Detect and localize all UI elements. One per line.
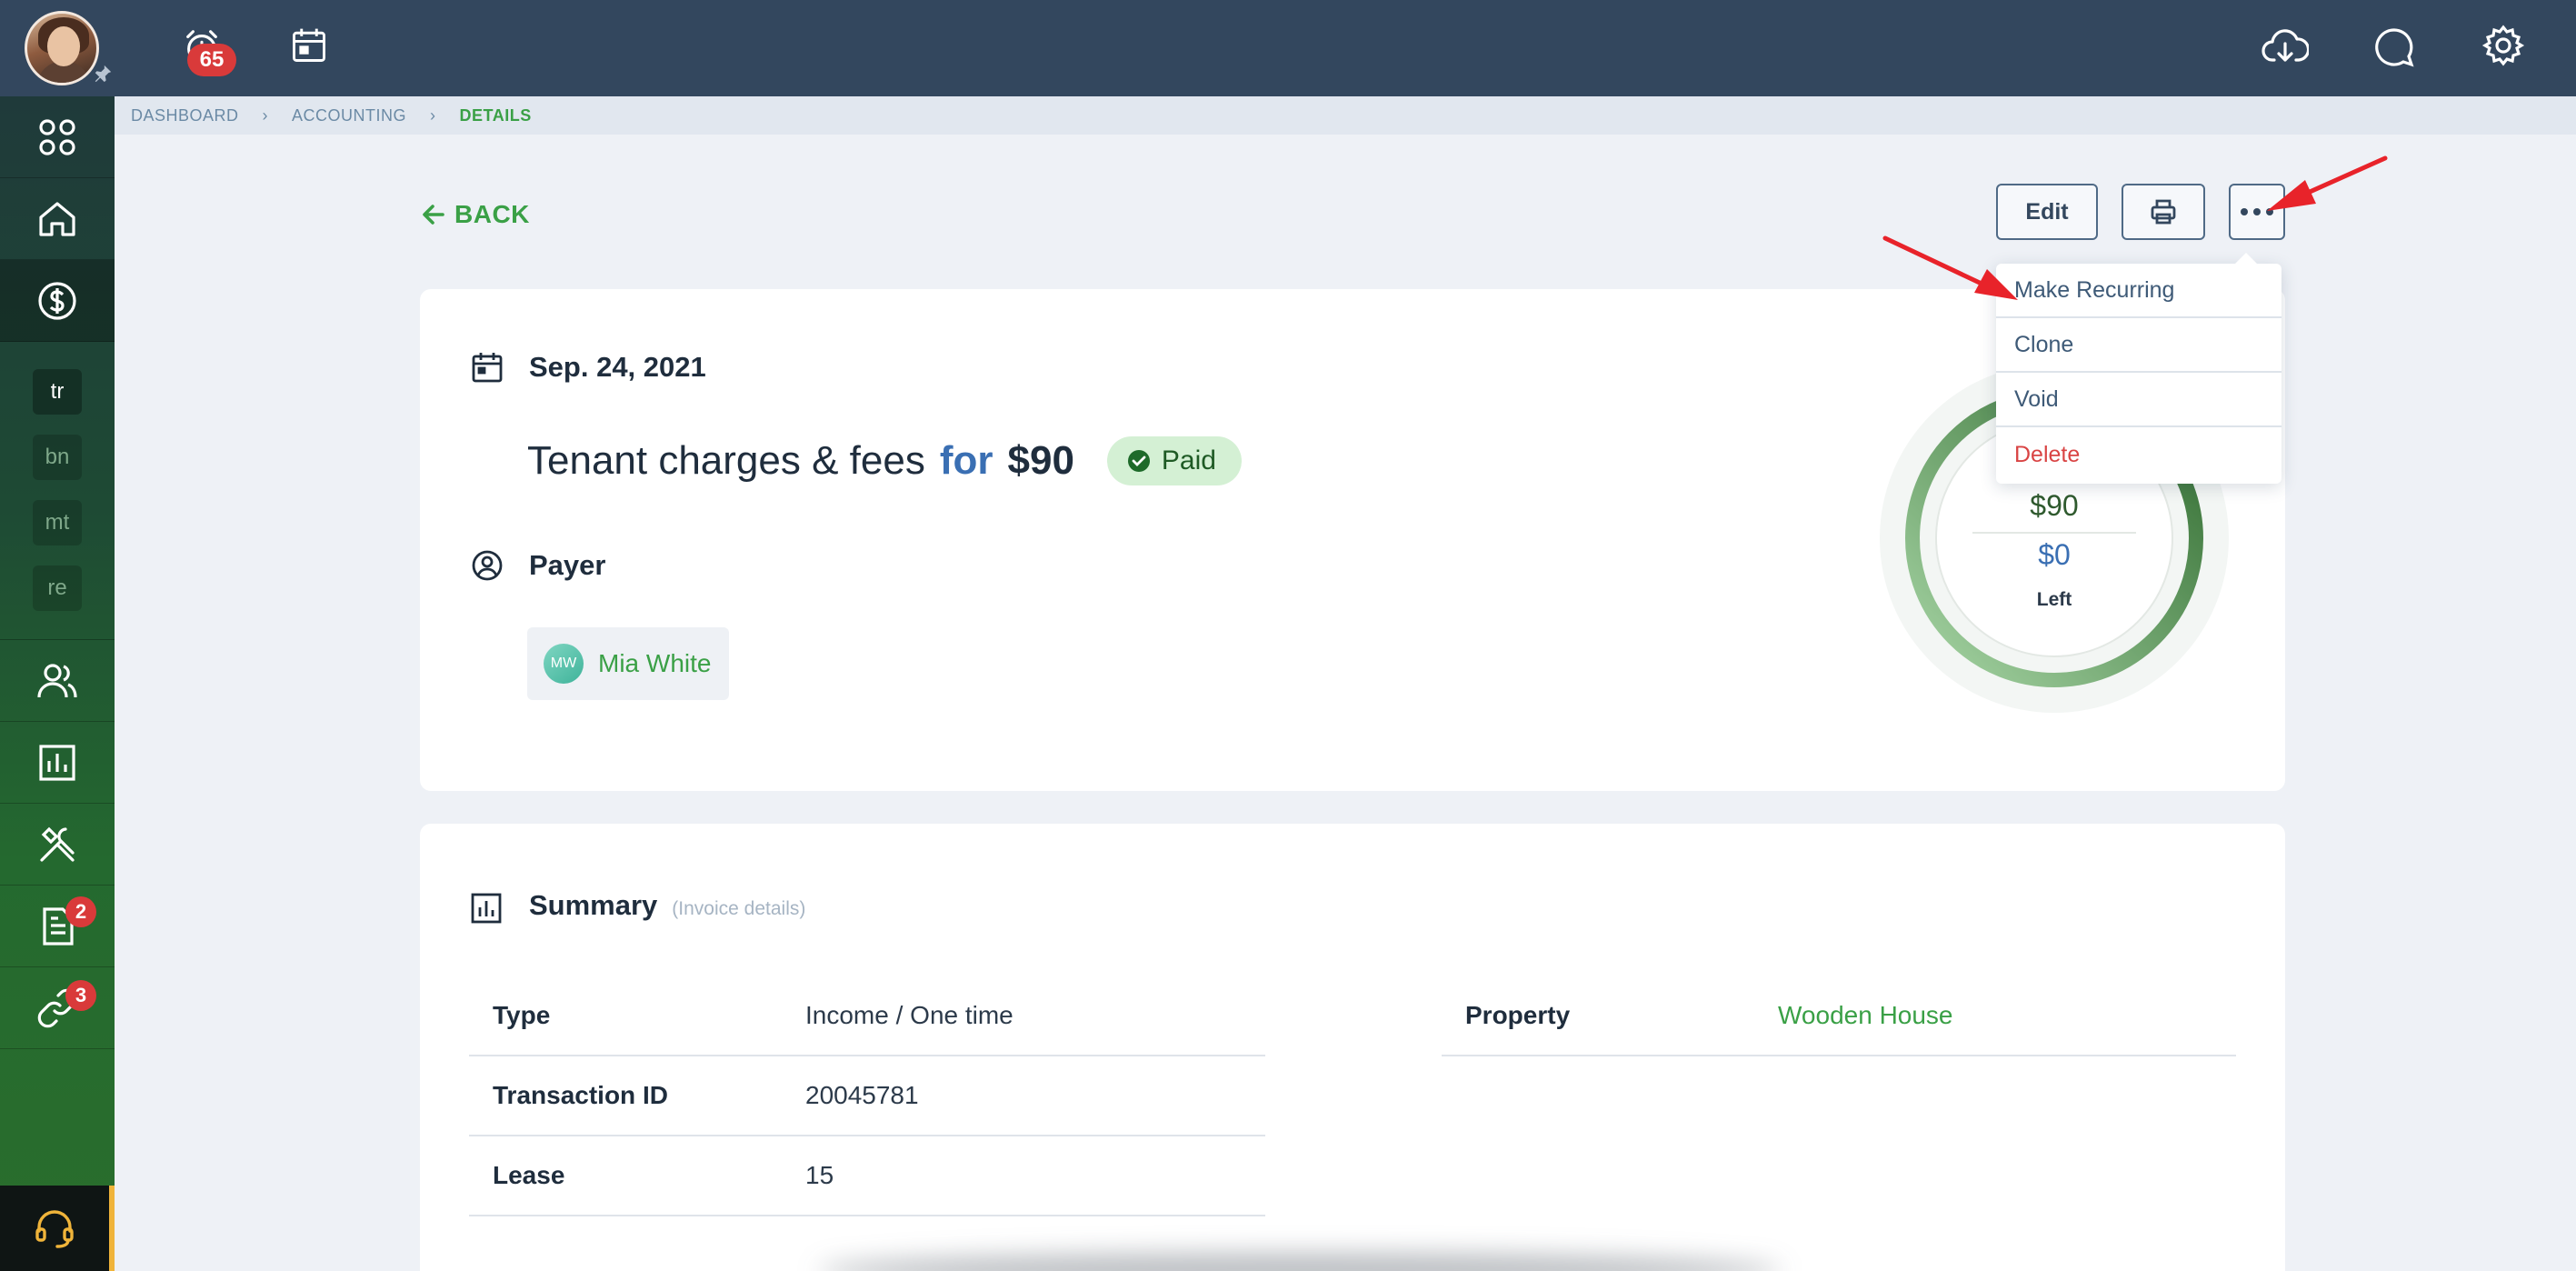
annotation-arrow-more bbox=[2267, 155, 2388, 211]
annotation-arrow-make-recurring bbox=[1882, 235, 2018, 300]
annotation-arrows bbox=[1882, 155, 2388, 300]
